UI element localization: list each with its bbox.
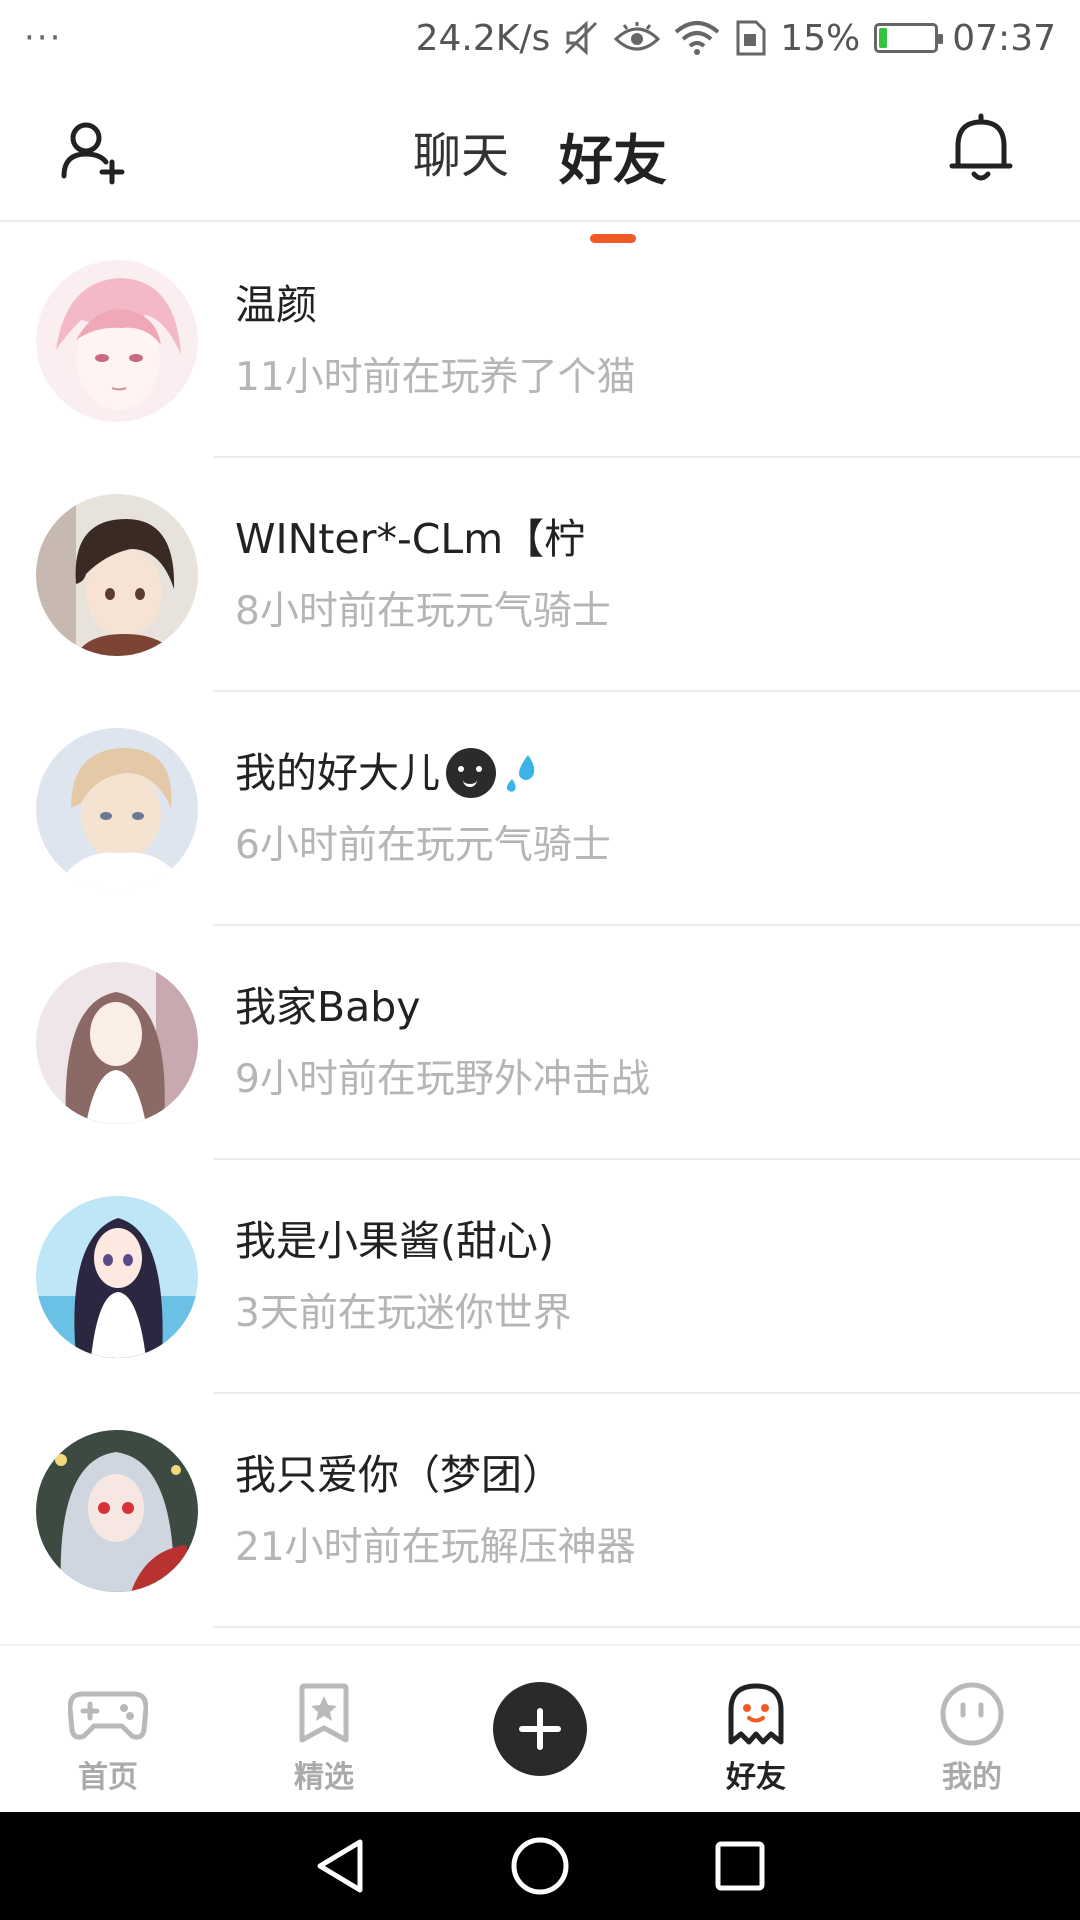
nav-home[interactable]: 首页 bbox=[0, 1646, 216, 1812]
system-nav-bar bbox=[0, 1812, 1080, 1920]
nav-create[interactable] bbox=[432, 1646, 648, 1812]
mute-icon bbox=[564, 18, 600, 58]
header-tabs: 聊天 好友 bbox=[0, 116, 1080, 243]
nav-label: 首页 bbox=[78, 1760, 138, 1795]
friend-name: 我只爱你（梦团） bbox=[235, 1451, 563, 1499]
dark-face-emoji bbox=[446, 748, 496, 798]
friend-item[interactable]: 我是小果酱(甜心) 3天前在玩迷你世界 bbox=[0, 1160, 1080, 1394]
friend-item[interactable]: WINter*-CLm【柠 8小时前在玩元气骑士 bbox=[0, 458, 1080, 692]
network-speed: 24.2K/s bbox=[415, 17, 551, 59]
friend-item[interactable]: 我只爱你（梦团） 21小时前在玩解压神器 bbox=[0, 1394, 1080, 1628]
friend-status: 11小时前在玩养了个猫 bbox=[235, 355, 636, 400]
home-icon[interactable] bbox=[505, 1831, 575, 1901]
status-bar: ··· 24.2K/s 15% 07:37 bbox=[0, 0, 1080, 76]
tab-chat[interactable]: 聊天 bbox=[413, 116, 509, 215]
friend-name: 我家Baby bbox=[235, 983, 421, 1031]
ghost-icon bbox=[716, 1682, 796, 1746]
nav-me[interactable]: 我的 bbox=[864, 1646, 1080, 1812]
wifi-icon bbox=[674, 18, 720, 58]
friend-list: 温颜 11小时前在玩养了个猫 WINter*-CLm【柠 8小时前在玩元气骑士 bbox=[0, 224, 1080, 1628]
avatar[interactable] bbox=[36, 962, 198, 1124]
nav-label: 我的 bbox=[942, 1760, 1002, 1795]
eye-icon bbox=[614, 18, 661, 58]
face-icon bbox=[932, 1682, 1012, 1746]
friend-status: 8小时前在玩元气骑士 bbox=[235, 589, 611, 634]
avatar[interactable] bbox=[36, 728, 198, 890]
friend-status: 6小时前在玩元气骑士 bbox=[235, 823, 611, 868]
recents-icon[interactable] bbox=[705, 1831, 775, 1901]
bell-icon[interactable] bbox=[946, 112, 1016, 184]
tab-friends[interactable]: 好友 bbox=[559, 116, 667, 243]
clock: 07:37 bbox=[952, 17, 1056, 59]
nav-label: 好友 bbox=[724, 1752, 788, 1798]
friend-item[interactable]: 我的好大儿 6小时前在玩元气骑士 bbox=[0, 692, 1080, 926]
top-bar: 聊天 好友 bbox=[0, 76, 1080, 243]
friend-status: 3天前在玩迷你世界 bbox=[235, 1291, 572, 1336]
friend-status: 9小时前在玩野外冲击战 bbox=[235, 1057, 650, 1102]
nav-label: 精选 bbox=[294, 1760, 354, 1795]
star-bookmark-icon bbox=[284, 1682, 364, 1746]
back-icon[interactable] bbox=[305, 1831, 375, 1901]
friend-name: 我是小果酱(甜心) bbox=[235, 1217, 554, 1265]
friend-status: 21小时前在玩解压神器 bbox=[235, 1525, 636, 1570]
battery-fill bbox=[879, 28, 888, 48]
bottom-nav: 首页 精选 好友 我的 bbox=[0, 1644, 1080, 1812]
battery-icon bbox=[874, 23, 944, 53]
avatar[interactable] bbox=[36, 1430, 198, 1592]
friend-name: 我的好大儿 bbox=[235, 747, 611, 799]
plus-icon[interactable] bbox=[493, 1682, 587, 1776]
avatar[interactable] bbox=[36, 260, 198, 422]
friend-name: WINter*-CLm【柠 bbox=[235, 515, 586, 563]
nav-friends[interactable]: 好友 bbox=[648, 1646, 864, 1812]
menu-dots: ··· bbox=[24, 18, 63, 58]
gamepad-icon bbox=[68, 1682, 148, 1746]
friend-name: 温颜 bbox=[235, 281, 317, 329]
avatar[interactable] bbox=[36, 1196, 198, 1358]
avatar[interactable] bbox=[36, 494, 198, 656]
sim-icon bbox=[734, 18, 766, 58]
friend-item[interactable]: 我家Baby 9小时前在玩野外冲击战 bbox=[0, 926, 1080, 1160]
battery-percent: 15% bbox=[780, 17, 861, 59]
nav-featured[interactable]: 精选 bbox=[216, 1646, 432, 1812]
friend-item[interactable]: 温颜 11小时前在玩养了个猫 bbox=[0, 224, 1080, 458]
sweat-drop-emoji bbox=[506, 755, 535, 792]
